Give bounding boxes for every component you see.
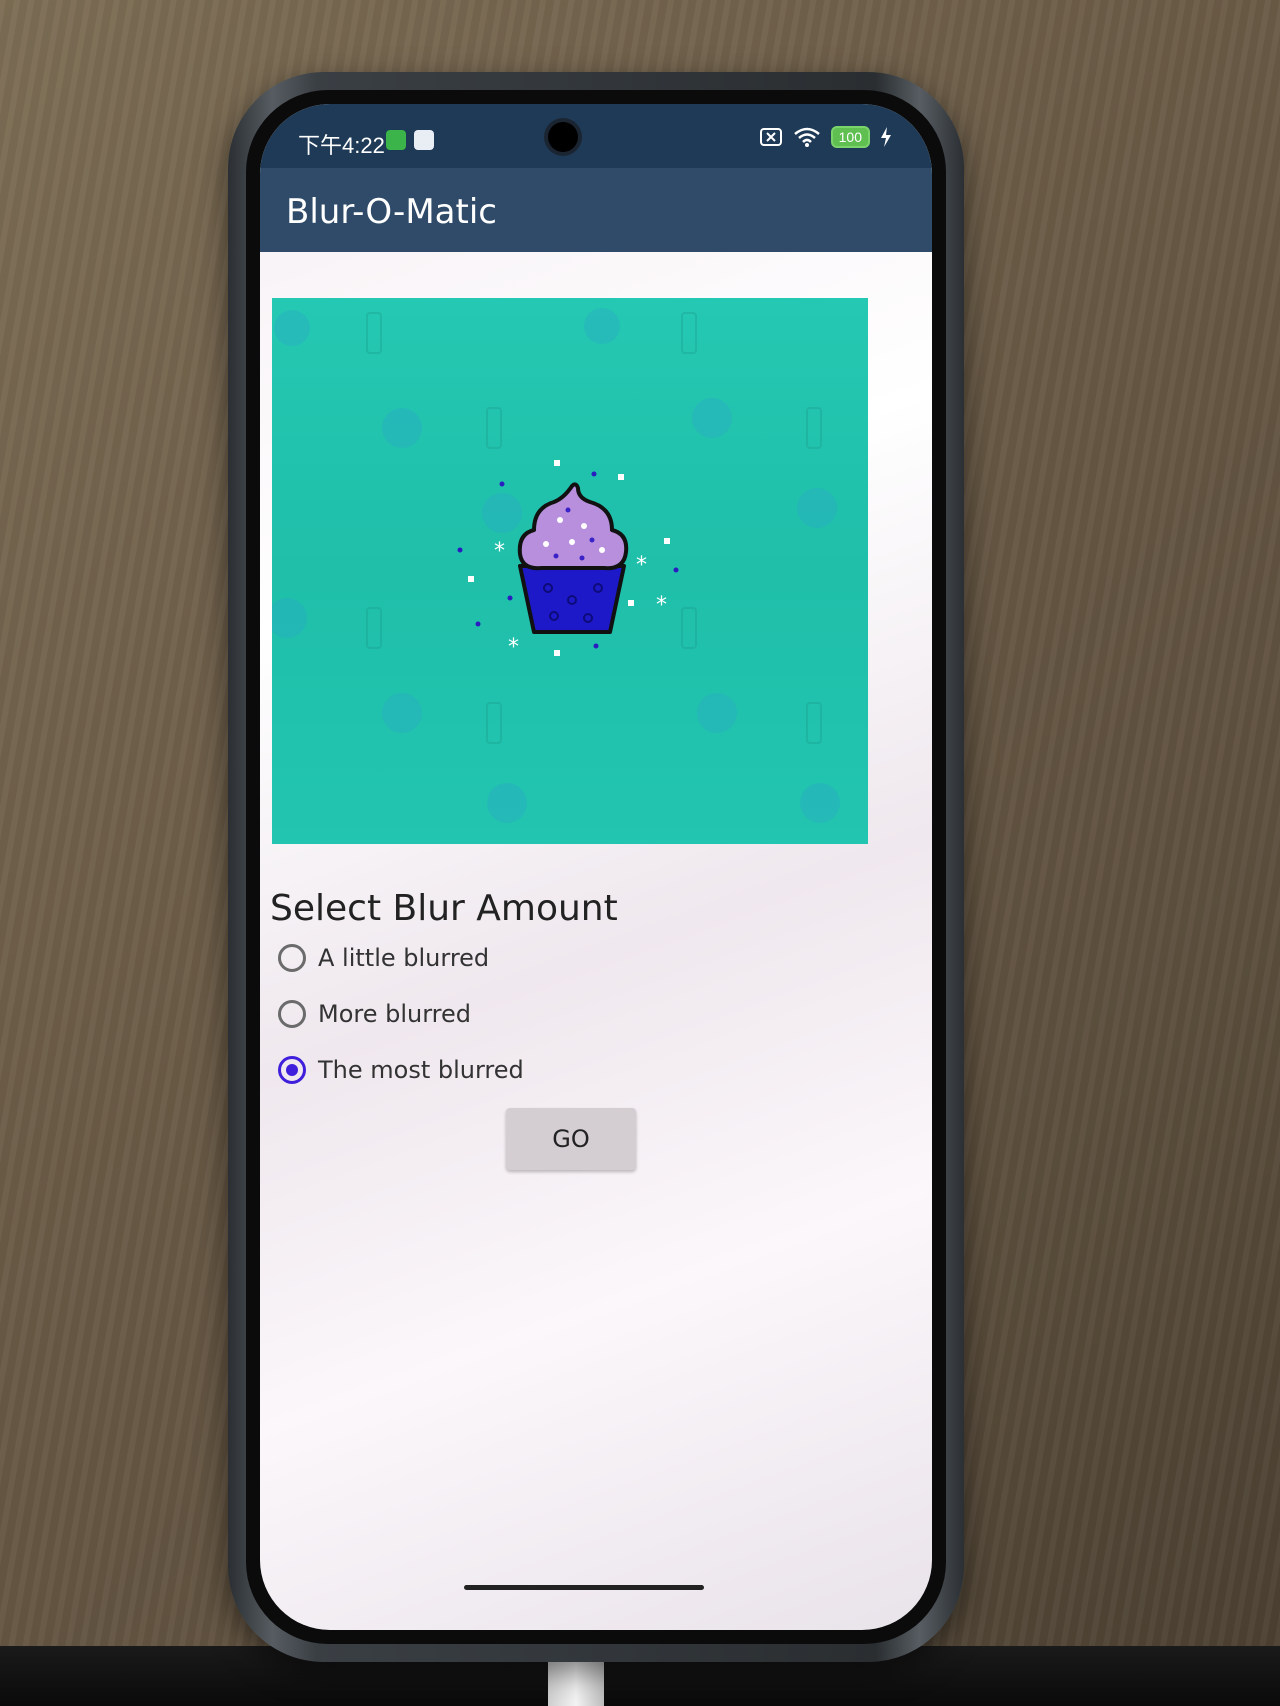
- app-bar: Blur-O-Matic: [260, 168, 932, 252]
- radio-button[interactable]: [278, 1000, 306, 1028]
- radio-button-selected[interactable]: [278, 1056, 306, 1084]
- radio-label: A little blurred: [318, 944, 490, 972]
- battery-indicator: 100: [830, 126, 870, 148]
- cupcake-frosting: [517, 482, 629, 571]
- app-title: Blur-O-Matic: [286, 192, 497, 232]
- radio-label: More blurred: [318, 1000, 472, 1028]
- blur-heading: Select Blur Amount: [270, 888, 618, 929]
- radio-label: The most blurred: [318, 1056, 524, 1084]
- sim-off-icon: [759, 128, 782, 146]
- cupcake-cup: [518, 564, 626, 634]
- phone-body: 下午4:22 100 Blur-O-Matic * * * * Select B…: [228, 72, 964, 1662]
- phone-bezel: 下午4:22 100 Blur-O-Matic * * * * Select B…: [246, 90, 946, 1644]
- front-camera: [548, 122, 578, 152]
- wifi-icon: [793, 127, 820, 147]
- status-bar: 下午4:22 100: [260, 104, 932, 168]
- svg-text:*: *: [656, 593, 667, 618]
- cupcake-image: * * * *: [272, 298, 868, 844]
- radio-button[interactable]: [278, 944, 306, 972]
- radio-option-most[interactable]: The most blurred: [278, 1056, 524, 1084]
- go-button[interactable]: GO: [506, 1108, 636, 1170]
- charging-icon: [881, 127, 891, 147]
- svg-text:*: *: [508, 635, 519, 660]
- phone-screen: 下午4:22 100 Blur-O-Matic * * * * Select B…: [260, 104, 932, 1630]
- notification-app-icon: [386, 130, 406, 150]
- cupcake-illustration: * * * *: [272, 308, 840, 823]
- status-icons: 100: [759, 126, 892, 148]
- svg-text:*: *: [636, 553, 647, 578]
- notification-gallery-icon: [414, 130, 434, 150]
- radio-option-little[interactable]: A little blurred: [278, 944, 489, 972]
- home-indicator[interactable]: [464, 1585, 704, 1590]
- svg-text:*: *: [494, 539, 505, 564]
- status-time: 下午4:22: [298, 133, 385, 158]
- radio-option-more[interactable]: More blurred: [278, 1000, 471, 1028]
